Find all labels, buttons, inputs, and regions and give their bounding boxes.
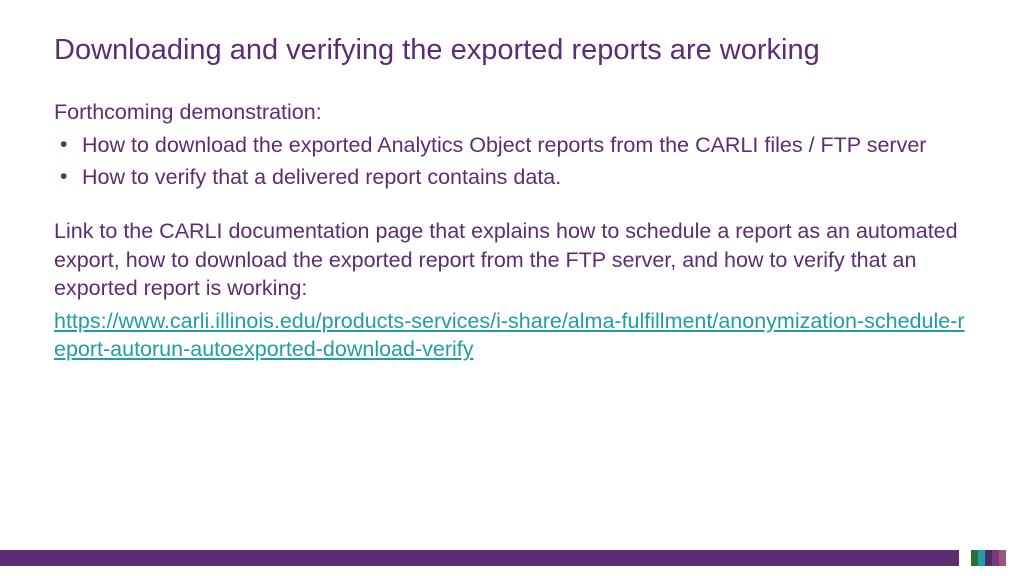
slide: Downloading and verifying the exported r…: [0, 0, 1024, 576]
footer-stripe: [985, 550, 992, 566]
footer-decoration: [0, 550, 1024, 566]
documentation-link[interactable]: https://www.carli.illinois.edu/products-…: [54, 307, 970, 364]
footer-bar-main: [0, 550, 959, 566]
paragraph-text: Link to the CARLI documentation page tha…: [54, 217, 970, 302]
intro-text: Forthcoming demonstration:: [54, 98, 970, 126]
footer-right-gap: [1006, 550, 1024, 566]
footer-stripe: [978, 550, 985, 566]
slide-title: Downloading and verifying the exported r…: [54, 32, 970, 68]
list-item: How to verify that a delivered report co…: [78, 163, 970, 191]
footer-stripe: [992, 550, 999, 566]
footer-stripe: [999, 550, 1006, 566]
slide-body: Forthcoming demonstration: How to downlo…: [54, 98, 970, 363]
footer-stripe: [971, 550, 978, 566]
footer-gap: [959, 550, 971, 566]
bullet-list: How to download the exported Analytics O…: [54, 131, 970, 192]
list-item: How to download the exported Analytics O…: [78, 131, 970, 159]
